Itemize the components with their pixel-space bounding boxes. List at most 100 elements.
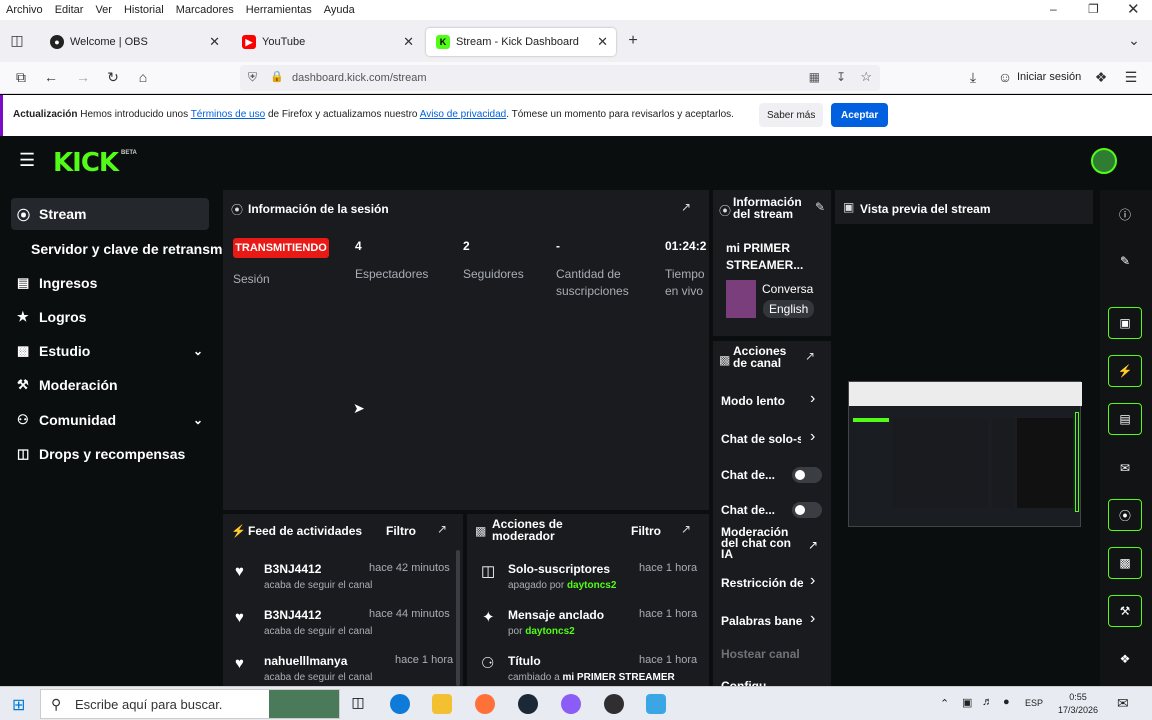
- tab-obs[interactable]: ● Welcome | OBS ✕: [40, 28, 228, 56]
- app-icon[interactable]: [646, 694, 666, 714]
- tab-kick-dashboard[interactable]: K Stream - Kick Dashboard ✕: [426, 28, 616, 56]
- sidebar-item-server-key[interactable]: Servidor y clave de retransm: [25, 233, 225, 265]
- restriction-button[interactable]: Restricción de: [721, 576, 803, 590]
- close-tab-icon[interactable]: ✕: [597, 34, 608, 50]
- wrench-icon[interactable]: ⚒: [1108, 595, 1142, 627]
- menu-ver[interactable]: Ver: [89, 4, 118, 16]
- user-avatar[interactable]: [1091, 148, 1117, 174]
- minimize-icon[interactable]: –: [1050, 2, 1057, 16]
- clip-icon[interactable]: ▣: [1108, 307, 1142, 339]
- chat-toggle-1[interactable]: [792, 467, 822, 483]
- close-window-icon[interactable]: ✕: [1127, 0, 1140, 18]
- extensions-icon[interactable]: ❖: [1092, 69, 1110, 86]
- sidebar-item-drops[interactable]: ◫ Drops y recompensas: [11, 438, 209, 470]
- notes-icon[interactable]: ▤: [1108, 403, 1142, 435]
- close-tab-icon[interactable]: ✕: [209, 34, 220, 50]
- chat-icon[interactable]: ✉: [1108, 453, 1142, 483]
- volume-icon[interactable]: ♬: [982, 696, 993, 708]
- apps-icon[interactable]: ❖: [1108, 644, 1142, 674]
- list-tabs-icon[interactable]: ⌄: [1125, 32, 1143, 49]
- reload-icon[interactable]: ↻: [104, 69, 122, 86]
- info-icon[interactable]: ⓘ: [1108, 199, 1142, 229]
- network-icon[interactable]: ▣: [962, 696, 972, 709]
- popout-icon[interactable]: ↗: [681, 200, 691, 214]
- tab-youtube[interactable]: ▶ YouTube ✕: [232, 28, 422, 56]
- downloads-icon[interactable]: ⤓: [964, 69, 982, 86]
- bookmark-star-icon[interactable]: ☆: [860, 69, 872, 85]
- save-page-icon[interactable]: ↧: [836, 70, 846, 84]
- filter-button[interactable]: Filtro: [631, 524, 661, 538]
- chevron-down-icon[interactable]: ⌄: [193, 413, 203, 427]
- taskbar-search[interactable]: ⚲ Escribe aquí para buscar.: [40, 689, 340, 719]
- external-link-icon[interactable]: ↗: [808, 538, 818, 552]
- popout-icon[interactable]: ↗: [681, 522, 691, 536]
- stream-preview-video[interactable]: [848, 381, 1082, 527]
- ai-moderation-link[interactable]: Moderación del chat con IA: [721, 527, 801, 560]
- config-button[interactable]: Configu: [721, 679, 781, 686]
- sidebar-item-logros[interactable]: ★ Logros: [11, 301, 209, 333]
- edge-icon[interactable]: [390, 694, 410, 714]
- menu-ayuda[interactable]: Ayuda: [318, 4, 361, 16]
- microphone-icon[interactable]: ●: [1003, 696, 1010, 708]
- close-tab-icon[interactable]: ✕: [403, 34, 414, 50]
- edit-pencil-icon[interactable]: ✎: [815, 200, 825, 214]
- lightning-icon[interactable]: ⚡: [1108, 355, 1142, 387]
- activity-user[interactable]: B3NJ4412: [264, 562, 321, 576]
- sidebar-item-comunidad[interactable]: ⚇ Comunidad ⌄: [11, 404, 209, 436]
- new-tab-icon[interactable]: +: [624, 32, 642, 50]
- terms-link[interactable]: Términos de uso: [191, 109, 265, 120]
- windows-start-icon[interactable]: ⊞: [12, 695, 25, 715]
- task-view-icon[interactable]: ◫: [348, 694, 368, 714]
- chevron-right-icon[interactable]: ›: [810, 610, 815, 628]
- reader-view-icon[interactable]: ▦: [809, 70, 820, 84]
- banned-words-button[interactable]: Palabras bane: [721, 614, 803, 628]
- subs-only-chat-button[interactable]: Chat de solo-s: [721, 432, 801, 446]
- chat-toggle-2[interactable]: [792, 502, 822, 518]
- popout-icon[interactable]: ↗: [437, 522, 447, 536]
- steam-icon[interactable]: [518, 694, 538, 714]
- hamburger-menu-icon[interactable]: ☰: [19, 150, 35, 171]
- tab-overview-icon[interactable]: ◫: [8, 32, 26, 49]
- url-bar[interactable]: ⛨ 🔒 dashboard.kick.com/stream ▦ ↧ ☆: [240, 65, 880, 91]
- accept-button[interactable]: Aceptar: [831, 103, 889, 127]
- clock[interactable]: 0:55 17/3/2026: [1058, 691, 1098, 717]
- menu-historial[interactable]: Historial: [118, 4, 170, 16]
- menu-marcadores[interactable]: Marcadores: [170, 4, 240, 16]
- chevron-right-icon[interactable]: ›: [810, 390, 815, 408]
- obs-icon[interactable]: [604, 694, 624, 714]
- menu-editar[interactable]: Editar: [49, 4, 90, 16]
- signin-label[interactable]: Iniciar sesión: [1017, 71, 1081, 83]
- sidebar-item-stream[interactable]: ⦿ Stream: [11, 198, 209, 230]
- sidebar-item-moderacion[interactable]: ⚒ Moderación: [11, 369, 209, 401]
- back-icon[interactable]: ←: [42, 69, 60, 85]
- popout-icon[interactable]: ↗: [805, 349, 815, 363]
- moderator-icon[interactable]: ▩: [1108, 547, 1142, 579]
- sidebar-item-ingresos[interactable]: ▤ Ingresos: [11, 267, 209, 299]
- shield-icon[interactable]: ⛨: [248, 70, 257, 85]
- broadcast-icon[interactable]: ⦿: [1108, 499, 1142, 531]
- notifications-icon[interactable]: ✉: [1117, 695, 1129, 712]
- host-channel-button[interactable]: Hostear canal: [721, 647, 811, 661]
- chevron-down-icon[interactable]: ⌄: [193, 344, 203, 358]
- privacy-link[interactable]: Aviso de privacidad: [420, 109, 507, 120]
- account-icon[interactable]: ☺: [996, 69, 1014, 85]
- home-icon[interactable]: ⌂: [134, 69, 152, 85]
- learn-more-button[interactable]: Saber más: [759, 103, 824, 127]
- kick-logo[interactable]: KICK: [53, 148, 119, 178]
- sidebar-toggle-icon[interactable]: ⧉: [12, 69, 30, 86]
- menu-herramientas[interactable]: Herramientas: [240, 4, 318, 16]
- chevron-right-icon[interactable]: ›: [810, 428, 815, 446]
- chevron-right-icon[interactable]: ›: [810, 572, 815, 590]
- slow-mode-button[interactable]: Modo lento: [721, 394, 801, 408]
- sidebar-item-estudio[interactable]: ▩ Estudio ⌄: [11, 335, 209, 367]
- file-explorer-icon[interactable]: [432, 694, 452, 714]
- moderator-user[interactable]: daytoncs2: [567, 580, 616, 591]
- activity-user[interactable]: B3NJ4412: [264, 608, 321, 622]
- language-indicator[interactable]: ESP: [1025, 698, 1043, 708]
- scrollbar[interactable]: [456, 550, 460, 686]
- lock-icon[interactable]: 🔒: [270, 70, 284, 83]
- firefox-icon[interactable]: [475, 694, 495, 714]
- menu-archivo[interactable]: Archivo: [0, 4, 49, 16]
- tray-chevron-icon[interactable]: ⌃: [940, 697, 949, 710]
- filter-button[interactable]: Filtro: [386, 524, 416, 538]
